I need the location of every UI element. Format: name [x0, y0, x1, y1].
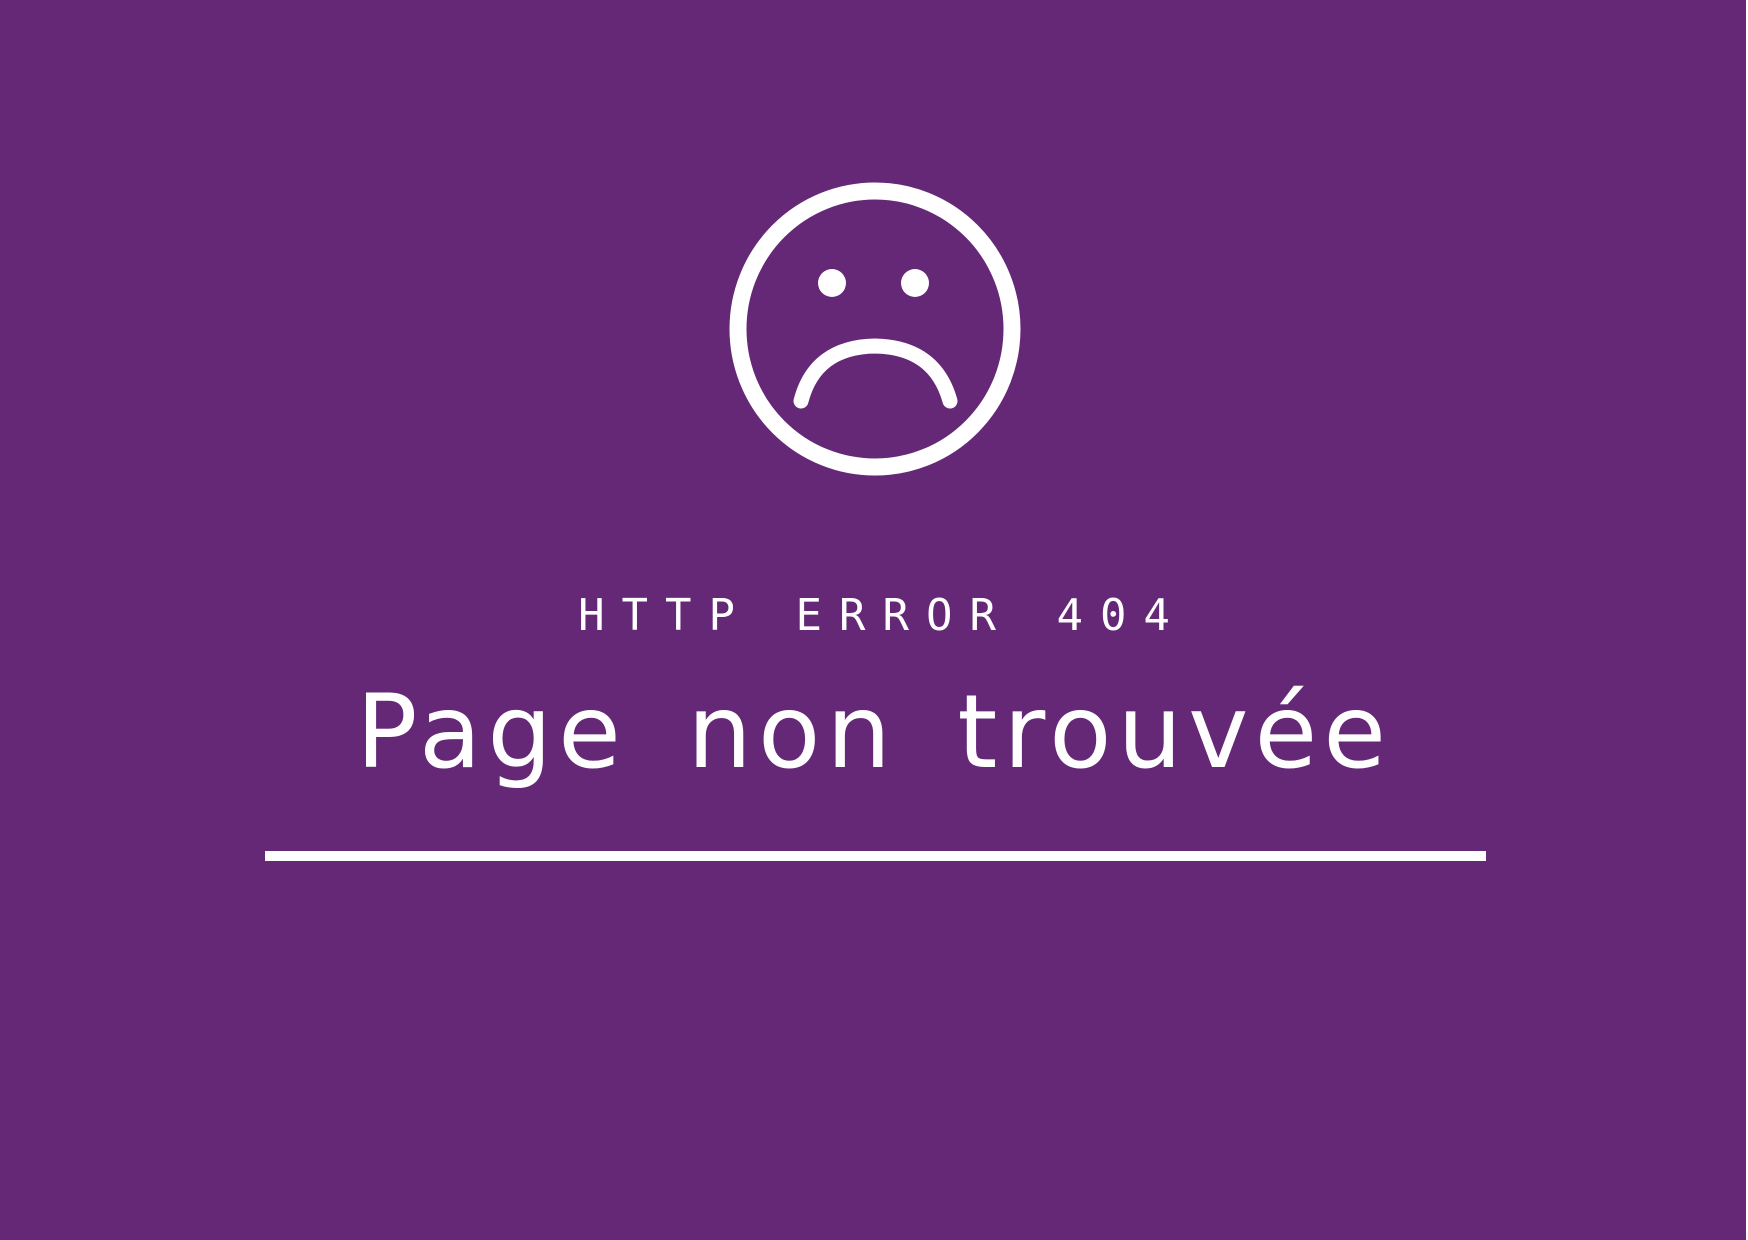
page-title: Page non trouvée — [355, 673, 1393, 792]
error-page: HTTP ERROR 404 Page non trouvée — [0, 0, 1748, 1240]
sad-face-icon — [729, 182, 1021, 476]
error-code: HTTP ERROR 404 — [578, 590, 1187, 641]
divider — [265, 851, 1486, 861]
